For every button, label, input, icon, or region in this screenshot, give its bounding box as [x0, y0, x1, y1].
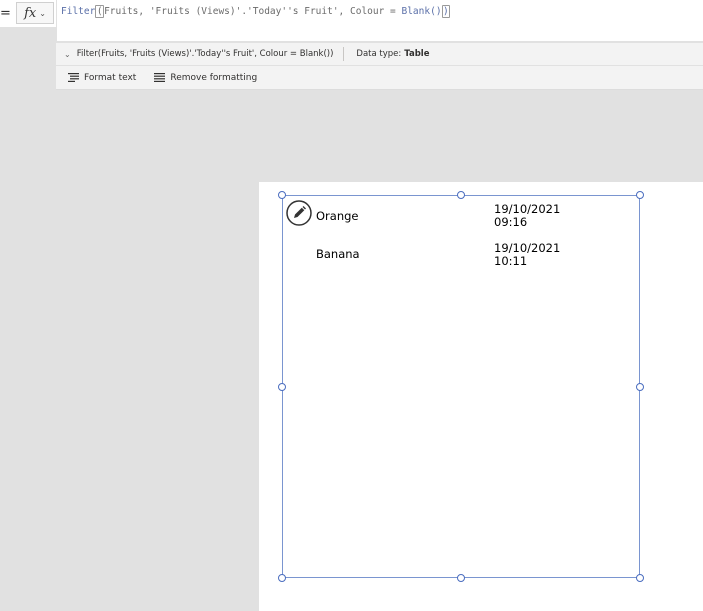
formula-inner-parens: (): [430, 6, 442, 17]
resize-handle-top-center[interactable]: [457, 191, 465, 199]
formula-blank-function-token: Blank: [401, 6, 431, 17]
format-text-label: Format text: [84, 72, 137, 83]
formula-toolbar: Format text Remove formatting: [56, 66, 703, 90]
equals-sign: =: [0, 6, 11, 21]
resize-handle-middle-left[interactable]: [278, 383, 286, 391]
fx-icon: fx: [24, 5, 37, 21]
gallery-item-datetime[interactable]: 19/10/2021 09:16: [494, 203, 560, 229]
resize-handle-top-right[interactable]: [636, 191, 644, 199]
gallery-item-datetime[interactable]: 19/10/2021 10:11: [494, 242, 560, 268]
gallery-item-time: 10:11: [494, 254, 528, 268]
formula-editor[interactable]: Filter(Fruits, 'Fruits (Views)'.'Today''…: [56, 0, 703, 42]
formula-open-paren: (: [95, 5, 105, 18]
data-type-label: Data type:: [356, 49, 402, 59]
format-text-icon: [68, 73, 79, 82]
remove-formatting-label: Remove formatting: [170, 72, 258, 83]
gallery-item-name[interactable]: Orange: [316, 209, 359, 223]
resize-handle-top-left[interactable]: [278, 191, 286, 199]
resize-handle-bottom-left[interactable]: [278, 574, 286, 582]
format-text-button[interactable]: Format text: [68, 73, 136, 83]
resize-handle-bottom-right[interactable]: [636, 574, 644, 582]
pencil-icon[interactable]: [286, 200, 312, 226]
formula-close-paren: ): [441, 5, 451, 18]
formula-preview: Filter(Fruits, 'Fruits (Views)'.'Today''…: [76, 49, 334, 59]
chevron-down-icon[interactable]: ⌄: [64, 50, 71, 59]
formula-text[interactable]: Filter(Fruits, 'Fruits (Views)'.'Today''…: [61, 5, 451, 18]
intellisense-info-bar: ⌄ Filter(Fruits, 'Fruits (Views)'.'Today…: [56, 43, 703, 66]
remove-formatting-icon: [154, 73, 166, 82]
gallery-item-name[interactable]: Banana: [316, 247, 360, 261]
gallery-item-time: 09:16: [494, 215, 528, 229]
resize-handle-middle-right[interactable]: [636, 383, 644, 391]
fx-button[interactable]: fx ⌄: [16, 2, 54, 24]
divider: [343, 47, 345, 61]
resize-handle-bottom-center[interactable]: [457, 574, 465, 582]
formula-function-token: Filter: [61, 6, 96, 17]
remove-formatting-button[interactable]: Remove formatting: [154, 73, 257, 83]
chevron-down-icon: ⌄: [39, 8, 46, 18]
formula-arguments: Fruits, 'Fruits (Views)'.'Today''s Fruit…: [104, 6, 402, 17]
data-type-value: Table: [404, 49, 430, 59]
